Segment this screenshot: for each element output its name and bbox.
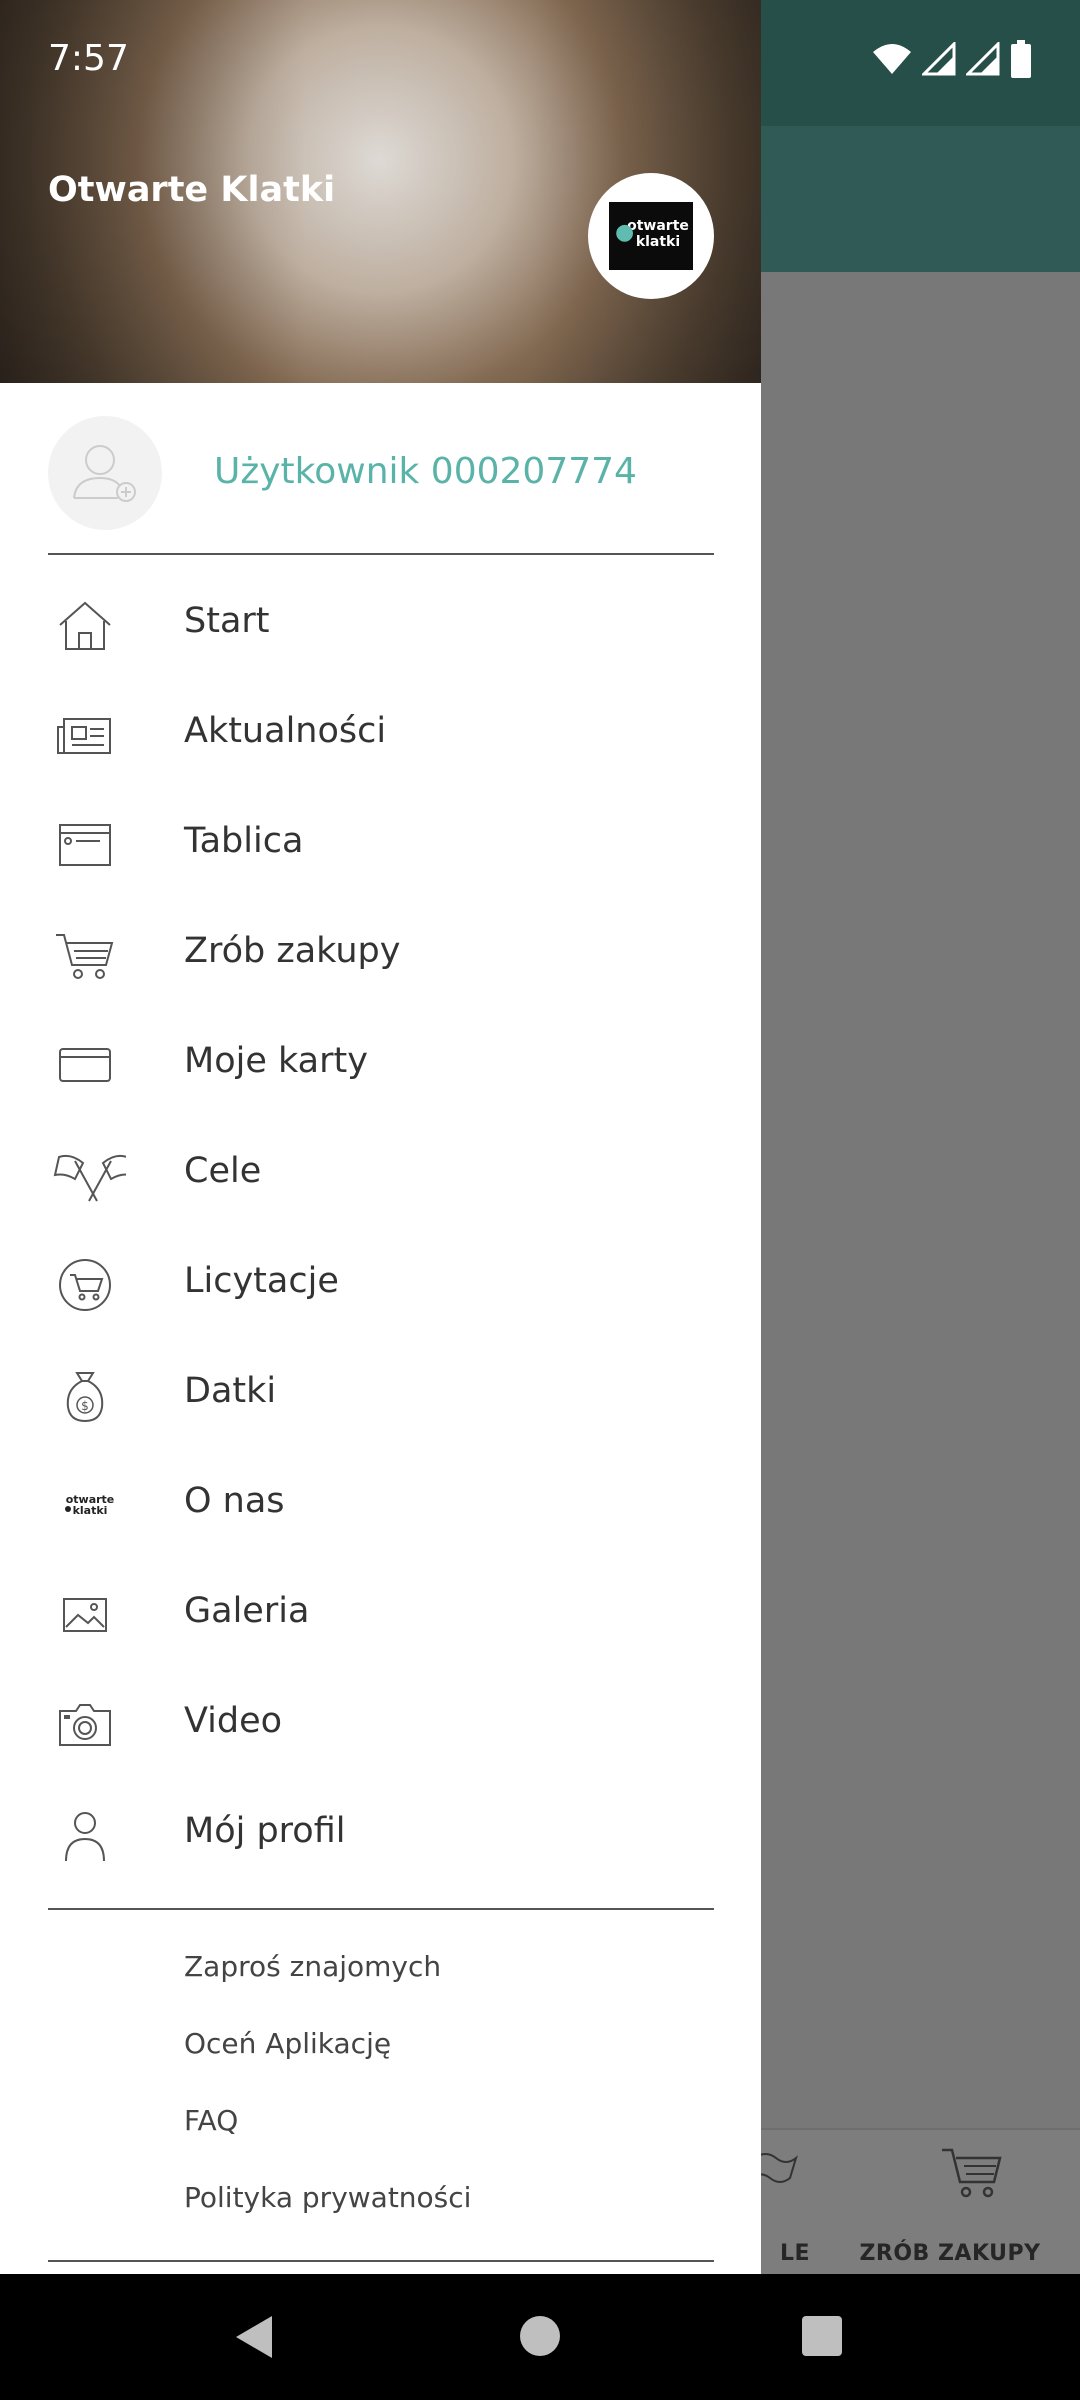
- menu-item-datki[interactable]: $ Datki: [0, 1340, 761, 1450]
- menu-item-label: Galeria: [184, 1591, 310, 1631]
- camera-icon: [59, 1704, 111, 1746]
- user-profile-row[interactable]: Użytkownik 000207774: [0, 383, 761, 553]
- menu-item-licytacje[interactable]: Licytacje: [0, 1230, 761, 1340]
- menu-item-video[interactable]: Video: [0, 1670, 761, 1780]
- menu-item-aktualnosci[interactable]: Aktualności: [0, 680, 761, 790]
- menu-item-label: Start: [184, 601, 270, 641]
- menu-item-label: Moje karty: [184, 1041, 368, 1081]
- menu-item-label: Datki: [184, 1371, 277, 1411]
- menu-item-label: Tablica: [184, 821, 304, 861]
- menu-item-cele[interactable]: Cele: [0, 1120, 761, 1230]
- menu-item-galeria[interactable]: Galeria: [0, 1560, 761, 1670]
- signal-icon: [922, 42, 956, 76]
- board-icon: [59, 824, 111, 866]
- rate-app-link[interactable]: Oceń Aplikację: [184, 2027, 391, 2060]
- status-icons: [872, 40, 1032, 78]
- menu-item-start[interactable]: Start: [0, 570, 761, 680]
- menu-item-label: Licytacje: [184, 1261, 339, 1301]
- recents-button[interactable]: [802, 2316, 842, 2356]
- privacy-policy-link[interactable]: Polityka prywatności: [184, 2181, 471, 2214]
- menu-item-tablica[interactable]: Tablica: [0, 790, 761, 900]
- system-navigation-bar: [0, 2274, 1080, 2400]
- faq-link[interactable]: FAQ: [184, 2104, 238, 2137]
- battery-icon: [1011, 40, 1031, 78]
- avatar[interactable]: [48, 416, 162, 530]
- home-button[interactable]: [520, 2316, 560, 2356]
- svg-text:$: $: [81, 1399, 89, 1413]
- divider: [48, 553, 714, 555]
- cart-icon: [56, 934, 114, 979]
- menu-item-moj-profil[interactable]: Mój profil: [0, 1780, 761, 1890]
- menu-item-moje-karty[interactable]: Moje karty: [0, 1010, 761, 1120]
- invite-friends-link[interactable]: Zaproś znajomych: [184, 1950, 441, 1983]
- home-icon: [59, 601, 111, 650]
- organization-logo: ● otwarte klatki: [588, 173, 714, 299]
- menu-item-o-nas[interactable]: otwarte klatki O nas: [0, 1450, 761, 1560]
- divider: [48, 1908, 714, 1910]
- bird-icon: ●: [615, 220, 635, 245]
- menu-item-label: Aktualności: [184, 711, 387, 751]
- divider: [48, 2260, 714, 2262]
- menu-item-label: Video: [184, 1701, 283, 1741]
- drawer-title: Otwarte Klatki: [48, 170, 336, 210]
- flags-icon: [53, 1154, 126, 1202]
- logo-mark: ● otwarte klatki: [609, 202, 693, 270]
- news-icon: [57, 718, 111, 754]
- menu-item-label: O nas: [184, 1481, 285, 1521]
- auction-cart-icon: [59, 1259, 111, 1311]
- menu-item-label: Cele: [184, 1151, 262, 1191]
- navigation-drawer: Otwarte Klatki ● otwarte klatki Użytkown…: [0, 0, 761, 2274]
- person-icon: [65, 1812, 105, 1862]
- add-user-icon: [73, 445, 136, 502]
- menu-item-label: Mój profil: [184, 1811, 346, 1851]
- svg-text:klatki: klatki: [73, 1504, 108, 1517]
- card-icon: [59, 1048, 111, 1082]
- image-icon: [63, 1598, 107, 1632]
- wifi-icon: [873, 44, 911, 74]
- cart-icon[interactable]: [940, 2144, 1004, 2204]
- menu-item-zrob-zakupy[interactable]: Zrób zakupy: [0, 900, 761, 1010]
- menu-item-label: Zrób zakupy: [184, 931, 401, 971]
- otwarte-klatki-logo-icon: otwarteklatki: [65, 1493, 114, 1517]
- back-icon[interactable]: [232, 2314, 276, 2360]
- user-name[interactable]: Użytkownik 000207774: [214, 451, 637, 492]
- money-bag-icon: $: [66, 1372, 104, 1423]
- bottom-nav-zrob-zakupy-label[interactable]: ZRÓB ZAKUPY: [840, 2241, 1060, 2266]
- status-time: 7:57: [48, 38, 129, 79]
- signal-icon: [966, 42, 1000, 76]
